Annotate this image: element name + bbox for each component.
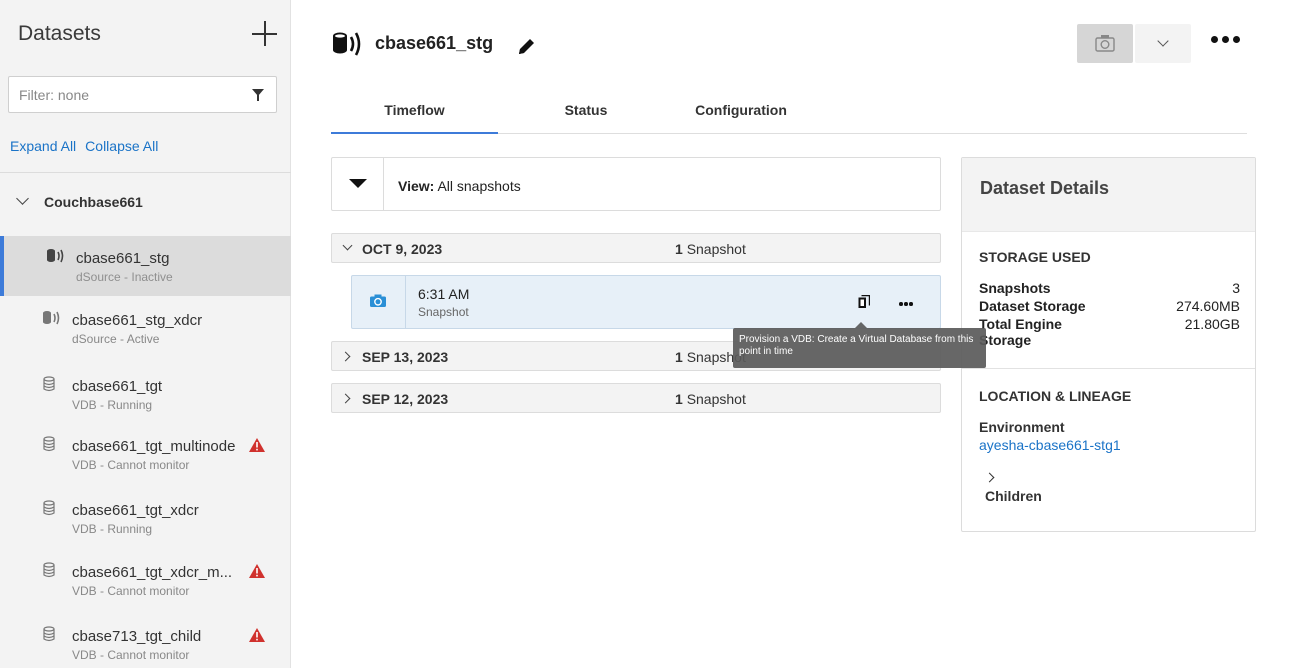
item-status: VDB - Cannot monitor [72,458,190,472]
expand-all-link[interactable]: Expand All [10,138,76,154]
page-title: cbase661_stg [375,33,494,53]
dsource-icon [43,311,60,325]
storage-row-dataset-storage: Dataset Storage 274.60MB [979,298,1240,314]
item-name: cbase661_tgt_xdcr_m... [72,564,233,581]
snapshot-row[interactable]: 6:31 AM Snapshot [351,275,941,329]
filter-field[interactable] [8,76,277,113]
sidebar-item-cbase713-tgt-child[interactable]: cbase713_tgt_child VDB - Cannot monitor [0,614,291,668]
details-header: Dataset Details [962,158,1255,232]
view-value: All snapshots [437,178,521,194]
tab-timeflow[interactable]: Timeflow [331,92,498,134]
chevron-down-icon [1157,35,1169,47]
storage-row-snapshots: Snapshots 3 [979,280,1240,296]
item-name: cbase661_tgt_multinode [72,438,236,455]
more-actions-icon[interactable] [1211,36,1245,46]
date-group-sep-12[interactable]: SEP 12, 2023 1 Snapshot [331,383,941,413]
snapshot-time: 6:31 AM [418,286,470,302]
item-status: VDB - Cannot monitor [72,648,190,662]
storage-row-total-engine: Total Engine Storage 21.80GB [979,316,1240,348]
view-label: View: [398,178,435,194]
item-status: VDB - Running [72,522,153,536]
expand-collapse-links: Expand All Collapse All [10,138,167,154]
divider [383,158,384,210]
chevron-down-icon [342,240,353,251]
snapshot-type: Snapshot [418,305,469,319]
dsource-icon [333,32,361,56]
item-status: VDB - Running [72,398,153,412]
database-icon [43,626,55,642]
tab-status[interactable]: Status [531,92,641,134]
divider [405,276,406,328]
snapshot-count: 1 Snapshot [675,241,746,257]
filter-input[interactable] [9,77,229,112]
item-name: cbase661_stg [76,250,170,267]
storage-used-title: STORAGE USED [979,249,1091,265]
warning-icon [249,438,265,452]
item-name: cbase661_stg_xdcr [72,312,203,329]
view-selector[interactable]: View: All snapshots [398,178,521,194]
more-options-icon[interactable] [899,302,913,306]
item-status: dSource - Active [72,332,160,346]
snapshot-dropdown-button[interactable] [1135,24,1191,63]
camera-icon [1095,35,1115,52]
details-title: Dataset Details [980,178,1110,198]
divider [0,172,291,173]
sidebar: Datasets Expand All Collapse All Couchbas… [0,0,291,668]
sidebar-item-cbase661-stg-xdcr[interactable]: cbase661_stg_xdcr dSource - Active [0,298,291,358]
collapse-all-link[interactable]: Collapse All [85,138,158,154]
tab-bar: Timeflow Status Configuration [331,92,1247,134]
add-dataset-icon[interactable] [252,20,278,46]
sidebar-title: Datasets [18,22,101,45]
warning-icon [249,564,265,578]
sidebar-item-cbase661-tgt[interactable]: cbase661_tgt VDB - Running [0,364,291,424]
database-icon [43,500,55,516]
chevron-right-icon [340,393,351,404]
date-label: SEP 12, 2023 [362,391,449,407]
database-icon [43,436,55,452]
sidebar-header: Datasets [18,20,278,50]
warning-icon [249,628,265,642]
sidebar-item-cbase661-stg[interactable]: cbase661_stg dSource - Inactive [0,236,291,296]
item-status: dSource - Inactive [76,270,173,284]
environment-label: Environment [979,419,1065,435]
environment-link[interactable]: ayesha-cbase661-stg1 [979,437,1121,453]
tab-configuration[interactable]: Configuration [681,92,801,134]
sidebar-item-cbase661-tgt-multinode[interactable]: cbase661_tgt_multinode VDB - Cannot moni… [0,424,291,484]
divider [962,368,1255,369]
database-icon [43,376,55,392]
snapshot-count: 1 Snapshot [675,391,746,407]
filter-funnel-icon[interactable] [252,89,264,101]
group-label: Couchbase661 [44,194,143,210]
date-label: SEP 13, 2023 [362,349,449,365]
chevron-right-icon [984,472,995,483]
location-lineage-title: LOCATION & LINEAGE [979,388,1132,404]
provision-vdb-icon[interactable] [858,295,870,309]
camera-icon [370,294,386,307]
children-toggle[interactable]: Children [984,468,1066,508]
dsource-icon [47,249,64,263]
item-name: cbase661_tgt [72,378,163,395]
item-status: VDB - Cannot monitor [72,584,190,598]
dataset-details-panel: Dataset Details STORAGE USED Snapshots 3 … [961,157,1256,532]
caret-down-icon[interactable] [349,179,367,188]
chevron-down-icon [16,193,30,207]
snapshot-button[interactable] [1077,24,1133,63]
sidebar-item-cbase661-tgt-xdcr[interactable]: cbase661_tgt_xdcr VDB - Running [0,488,291,548]
view-filter-bar: View: All snapshots [331,157,941,211]
tooltip-provision-vdb: Provision a VDB: Create a Virtual Databa… [733,322,986,368]
chevron-right-icon [340,351,351,362]
date-group-oct-9[interactable]: OCT 9, 2023 1 Snapshot [331,233,941,263]
item-name: cbase661_tgt_xdcr [72,502,199,519]
item-name: cbase713_tgt_child [72,628,202,645]
children-label: Children [985,488,1042,504]
pencil-icon[interactable] [515,36,537,58]
sidebar-item-cbase661-tgt-xdcr-m[interactable]: cbase661_tgt_xdcr_m... VDB - Cannot moni… [0,550,291,610]
date-label: OCT 9, 2023 [362,241,443,257]
database-icon [43,562,55,578]
group-couchbase661[interactable]: Couchbase661 [0,192,291,218]
